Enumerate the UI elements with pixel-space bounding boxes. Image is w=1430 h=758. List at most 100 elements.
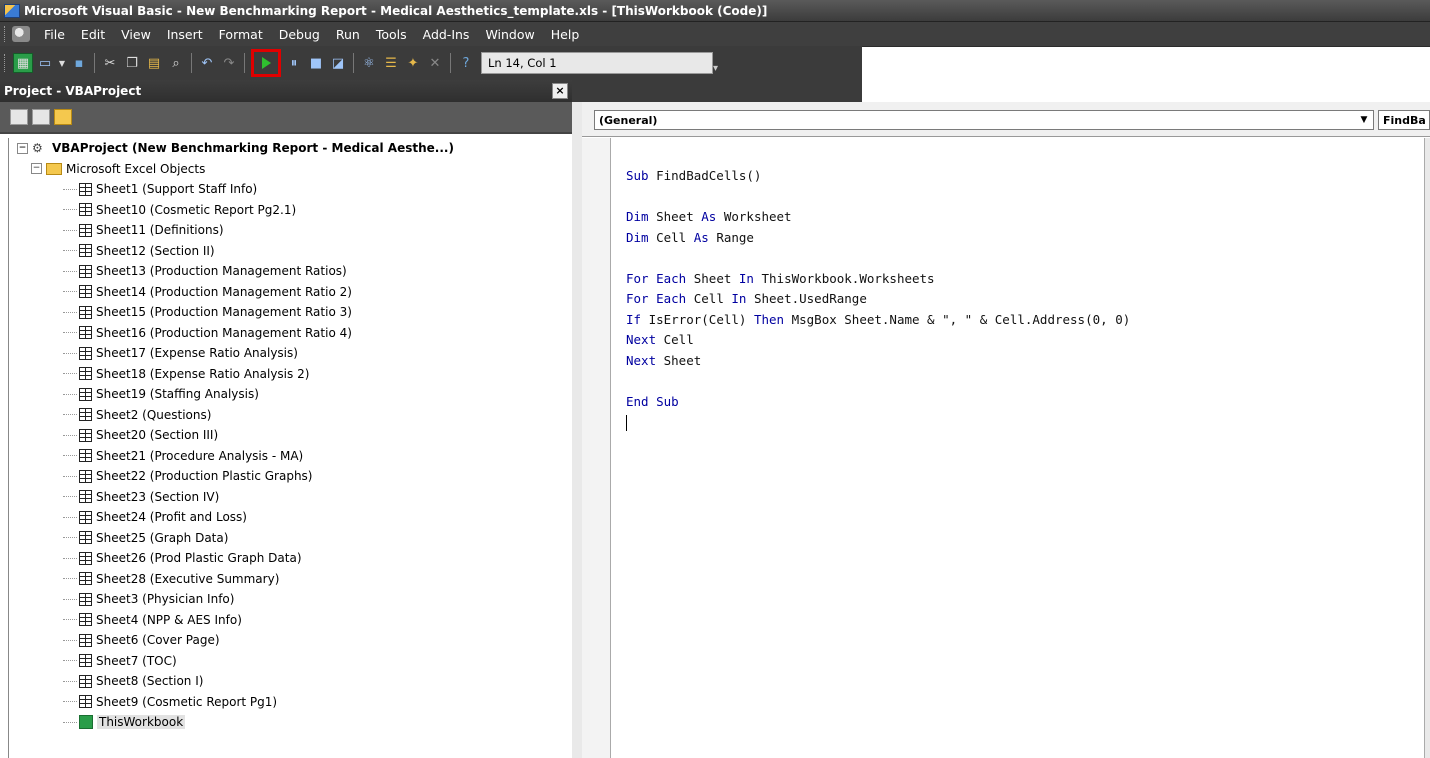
code-text: Cell: [648, 229, 694, 245]
toolbar-options-icon[interactable]: ▾: [713, 52, 725, 74]
worksheet-icon: [79, 367, 92, 381]
tree-item-sheet[interactable]: Sheet4 (NPP & AES Info): [17, 610, 568, 631]
window-title: Microsoft Visual Basic - New Benchmarkin…: [24, 3, 768, 18]
splitter[interactable]: [572, 102, 582, 758]
menu-file[interactable]: File: [36, 27, 73, 42]
menu-grip-icon: [4, 26, 8, 42]
worksheet-icon: [79, 182, 92, 196]
tree-item-sheet[interactable]: Sheet1 (Support Staff Info): [17, 179, 568, 200]
code-keyword: For Each: [626, 270, 687, 286]
tree-item-sheet[interactable]: Sheet26 (Prod Plastic Graph Data): [17, 548, 568, 569]
object-browser-icon[interactable]: ✦: [403, 53, 423, 73]
menu-window[interactable]: Window: [477, 27, 542, 42]
tree-item-label: Sheet4 (NPP & AES Info): [96, 612, 242, 627]
tree-item-sheet[interactable]: Sheet10 (Cosmetic Report Pg2.1): [17, 200, 568, 221]
worksheet-icon: [79, 654, 92, 668]
redo-icon[interactable]: ↷: [219, 53, 239, 73]
menu-run[interactable]: Run: [328, 27, 368, 42]
tree-item-sheet[interactable]: Sheet11 (Definitions): [17, 220, 568, 241]
object-dropdown[interactable]: (General) ▼: [594, 110, 1374, 130]
find-icon[interactable]: ⌕: [166, 53, 186, 73]
reset-icon[interactable]: ■: [306, 53, 326, 73]
code-line: For Each Cell In Sheet.UsedRange: [626, 289, 1426, 310]
worksheet-icon: [79, 572, 92, 586]
save-icon[interactable]: ▪: [69, 53, 89, 73]
code-text: Sheet: [648, 209, 702, 224]
insert-userform-icon[interactable]: ▭: [35, 53, 55, 73]
code-text: Sheet.UsedRange: [746, 291, 867, 306]
view-code-icon[interactable]: [10, 109, 28, 125]
tree-root[interactable]: − ⚙ VBAProject (New Benchmarking Report …: [17, 138, 568, 159]
tree-item-label: Sheet1 (Support Staff Info): [96, 182, 258, 197]
tree-item-sheet[interactable]: Sheet18 (Expense Ratio Analysis 2): [17, 364, 568, 385]
tree-item-sheet[interactable]: Sheet7 (TOC): [17, 651, 568, 672]
tree-item-sheet[interactable]: Sheet14 (Production Management Ratio 2): [17, 282, 568, 303]
help-icon[interactable]: ?: [456, 53, 476, 73]
tree-item-sheet[interactable]: Sheet24 (Profit and Loss): [17, 507, 568, 528]
break-icon[interactable]: ⏸: [284, 53, 304, 73]
tree-item-sheet[interactable]: Sheet16 (Production Management Ratio 4): [17, 323, 568, 344]
collapse-icon[interactable]: −: [31, 163, 42, 175]
code-line: Sub FindBadCells(): [626, 166, 1426, 187]
properties-window-icon[interactable]: ☰: [381, 53, 401, 73]
tree-item-sheet[interactable]: Sheet23 (Section IV): [17, 487, 568, 508]
tree-connector: [63, 598, 77, 600]
tree-folder[interactable]: − Microsoft Excel Objects: [17, 159, 568, 180]
tree-item-sheet[interactable]: Sheet19 (Staffing Analysis): [17, 384, 568, 405]
tree-item-sheet[interactable]: Sheet13 (Production Management Ratios): [17, 261, 568, 282]
close-icon[interactable]: ×: [552, 83, 568, 99]
tree-item-sheet[interactable]: Sheet15 (Production Management Ratio 3): [17, 302, 568, 323]
tree-item-sheet[interactable]: Sheet21 (Procedure Analysis - MA): [17, 446, 568, 467]
view-object-icon[interactable]: [32, 109, 50, 125]
undo-icon[interactable]: ↶: [197, 53, 217, 73]
paste-icon[interactable]: ▤: [144, 53, 164, 73]
tree-item-sheet[interactable]: Sheet12 (Section II): [17, 241, 568, 262]
tree-connector: [63, 332, 77, 334]
vertical-scrollbar[interactable]: [1424, 138, 1430, 758]
toggle-folders-icon[interactable]: [54, 109, 72, 125]
menu-add-ins[interactable]: Add-Ins: [415, 27, 478, 42]
menu-format[interactable]: Format: [211, 27, 271, 42]
cut-icon[interactable]: ✂: [100, 53, 120, 73]
tree-item-sheet[interactable]: Sheet8 (Section I): [17, 671, 568, 692]
worksheet-icon: [79, 285, 92, 299]
tree-item-sheet[interactable]: Sheet3 (Physician Info): [17, 589, 568, 610]
project-explorer-icon[interactable]: ⚛: [359, 53, 379, 73]
menu-tools[interactable]: Tools: [368, 27, 415, 42]
insert-dropdown-icon[interactable]: ▼: [57, 53, 67, 73]
menu-help[interactable]: Help: [543, 27, 588, 42]
collapse-icon[interactable]: −: [17, 142, 28, 154]
tree-item-sheet[interactable]: Sheet22 (Production Plastic Graphs): [17, 466, 568, 487]
code-editor[interactable]: Sub FindBadCells() Dim Sheet As Worksheet…: [626, 166, 1426, 433]
tree-connector: [63, 660, 77, 662]
tree-item-sheet[interactable]: Sheet2 (Questions): [17, 405, 568, 426]
copy-icon[interactable]: ❐: [122, 53, 142, 73]
tree-item-label: Sheet22 (Production Plastic Graphs): [96, 469, 313, 484]
design-mode-icon[interactable]: ◪: [328, 53, 348, 73]
run-sub-button[interactable]: [251, 49, 281, 77]
code-text: Cell: [686, 291, 732, 306]
tree-item-thisworkbook[interactable]: ThisWorkbook: [17, 712, 568, 733]
tree-item-sheet[interactable]: Sheet9 (Cosmetic Report Pg1): [17, 692, 568, 713]
toolbar-separator: [353, 53, 354, 73]
toolbox-icon[interactable]: ✕: [425, 53, 445, 73]
tree-item-sheet[interactable]: Sheet28 (Executive Summary): [17, 569, 568, 590]
tree-item-sheet[interactable]: Sheet25 (Graph Data): [17, 528, 568, 549]
menu-debug[interactable]: Debug: [271, 27, 328, 42]
text-cursor: [626, 412, 1426, 433]
chevron-down-icon[interactable]: ▼: [1357, 113, 1371, 127]
tree-item-sheet[interactable]: Sheet6 (Cover Page): [17, 630, 568, 651]
tree-item-sheet[interactable]: Sheet17 (Expense Ratio Analysis): [17, 343, 568, 364]
menu-edit[interactable]: Edit: [73, 27, 113, 42]
tree-connector: [63, 434, 77, 436]
tree-connector: [63, 619, 77, 621]
view-excel-icon[interactable]: ▦: [13, 53, 33, 73]
folder-open-icon: [46, 162, 62, 175]
procedure-dropdown[interactable]: FindBa: [1378, 110, 1430, 130]
menu-insert[interactable]: Insert: [159, 27, 211, 42]
worksheet-icon: [79, 203, 92, 217]
vba-menu-icon[interactable]: [12, 26, 30, 42]
menu-view[interactable]: View: [113, 27, 159, 42]
tree-item-sheet[interactable]: Sheet20 (Section III): [17, 425, 568, 446]
